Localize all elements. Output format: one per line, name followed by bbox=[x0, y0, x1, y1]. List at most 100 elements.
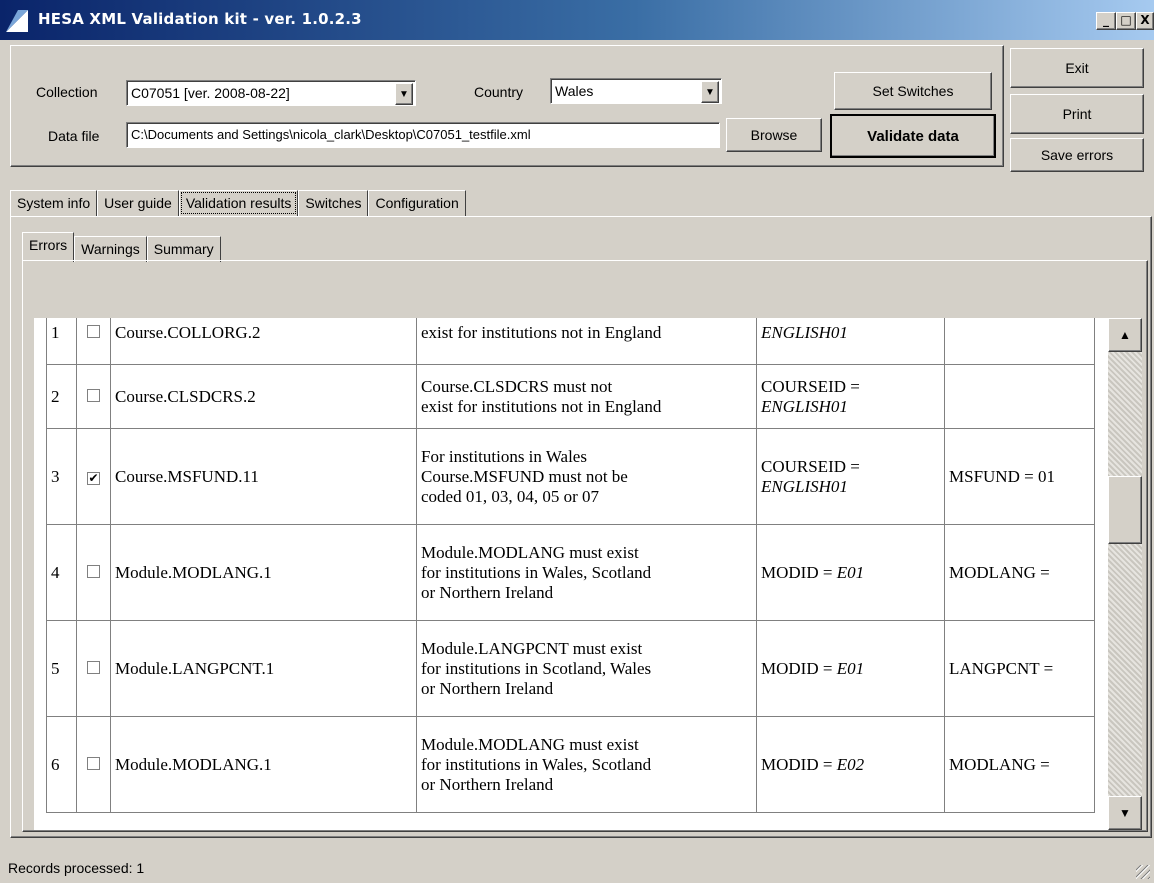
scroll-down-button[interactable]: ▼ bbox=[1108, 796, 1142, 830]
row-checkbox[interactable] bbox=[87, 660, 100, 674]
description-line: or Northern Ireland bbox=[421, 582, 554, 602]
table-row[interactable]: 4 Module.MODLANG.1 Module.MODLANG must exi… bbox=[46, 524, 1095, 621]
description-line: For institutions in Wales bbox=[421, 446, 587, 466]
key-value: E01 bbox=[836, 562, 865, 582]
scroll-up-button[interactable]: ▲ bbox=[1108, 318, 1142, 352]
save-errors-button[interactable]: Save errors bbox=[1010, 138, 1144, 172]
table-row[interactable]: 6 Module.MODLANG.1 Module.MODLANG must exi… bbox=[46, 716, 1095, 813]
collection-label: Collection bbox=[36, 84, 98, 100]
description-line: Module.LANGPCNT must exist bbox=[421, 638, 643, 658]
row-checkbox[interactable] bbox=[87, 564, 100, 578]
key-value: E01 bbox=[836, 658, 865, 678]
rule-id: Course.CLSDCRS.2 bbox=[110, 364, 417, 429]
status-bar: Records processed: 1 bbox=[0, 850, 1154, 883]
rule-id: Module.MODLANG.1 bbox=[110, 524, 417, 621]
key-field: COURSEID = ENGLISH01 bbox=[756, 364, 945, 429]
tab-validation-results[interactable]: Validation results bbox=[178, 190, 299, 216]
country-label: Country bbox=[474, 84, 524, 100]
chevron-down-icon[interactable]: ▼ bbox=[701, 81, 719, 103]
tab-configuration[interactable]: Configuration bbox=[368, 190, 466, 216]
print-button[interactable]: Print bbox=[1010, 94, 1144, 134]
chevron-down-icon[interactable]: ▼ bbox=[395, 83, 413, 105]
description-line: coded 01, 03, 04, 05 or 07 bbox=[421, 486, 600, 506]
field-value: LANGPCNT = bbox=[944, 620, 1095, 717]
rule-description: Module.MODLANG must exist for institution… bbox=[416, 716, 757, 813]
errors-grid[interactable]: 1 Course.COLLORG.2 exist for institutions … bbox=[34, 318, 1108, 830]
key-label: MODID = bbox=[761, 658, 837, 678]
field-value: MODLANG = bbox=[944, 524, 1095, 621]
key-label: COURSEID = bbox=[761, 376, 860, 396]
field-value: MODLANG = bbox=[944, 716, 1095, 813]
vertical-scrollbar[interactable]: ▲ ▼ bbox=[1108, 318, 1142, 830]
key-field: MODID = E01 bbox=[756, 620, 945, 717]
rule-id: Module.MODLANG.1 bbox=[110, 716, 417, 813]
field-value: MSFUND = 01 bbox=[944, 428, 1095, 525]
minimize-button[interactable]: _ bbox=[1096, 12, 1116, 30]
row-checkbox[interactable] bbox=[87, 324, 100, 338]
status-text: Records processed: 1 bbox=[8, 860, 145, 876]
close-button[interactable]: X bbox=[1136, 12, 1154, 30]
key-value: E02 bbox=[836, 754, 865, 774]
key-field: MODID = E02 bbox=[756, 716, 945, 813]
tab-summary[interactable]: Summary bbox=[146, 236, 221, 262]
datafile-input[interactable]: C:\Documents and Settings\nicola_clark\D… bbox=[126, 122, 720, 148]
description-line: Module.MODLANG must exist bbox=[421, 734, 639, 754]
app-logo-icon bbox=[6, 10, 28, 32]
window-title: HESA XML Validation kit - ver. 1.0.2.3 bbox=[38, 10, 362, 28]
key-value: ENGLISH01 bbox=[761, 476, 848, 496]
description-line: or Northern Ireland bbox=[421, 774, 554, 794]
tab-system-info[interactable]: System info bbox=[10, 190, 98, 216]
tab-switches[interactable]: Switches bbox=[298, 190, 369, 216]
sub-tabs: Errors Warnings Summary bbox=[22, 232, 221, 262]
row-number: 4 bbox=[46, 524, 77, 621]
resize-grip-icon[interactable] bbox=[1136, 865, 1150, 879]
title-bar[interactable]: HESA XML Validation kit - ver. 1.0.2.3 _… bbox=[0, 0, 1154, 40]
description-line: for institutions in Scotland, Wales bbox=[421, 658, 652, 678]
field-value bbox=[944, 364, 1095, 429]
rule-id: Module.LANGPCNT.1 bbox=[110, 620, 417, 717]
description-line: exist for institutions not in England bbox=[421, 396, 662, 416]
collection-select[interactable]: C07051 [ver. 2008-08-22] ▼ bbox=[126, 80, 416, 106]
row-checkbox[interactable]: ✔ bbox=[87, 471, 100, 485]
datafile-label: Data file bbox=[48, 128, 100, 144]
tab-user-guide[interactable]: User guide bbox=[97, 190, 179, 216]
validate-data-button[interactable]: Validate data bbox=[830, 114, 996, 158]
exit-button[interactable]: Exit bbox=[1010, 48, 1144, 88]
key-label: COURSEID = bbox=[761, 456, 860, 476]
row-number: 5 bbox=[46, 620, 77, 717]
scroll-thumb[interactable] bbox=[1108, 476, 1142, 544]
row-checkbox[interactable] bbox=[87, 756, 100, 770]
rule-description: Course.CLSDCRS must not exist for institu… bbox=[416, 364, 757, 429]
key-value: ENGLISH01 bbox=[761, 322, 848, 342]
row-checkbox[interactable] bbox=[87, 388, 100, 402]
tab-errors[interactable]: Errors bbox=[22, 232, 75, 262]
table-row[interactable]: 5 Module.LANGPCNT.1 Module.LANGPCNT must e… bbox=[46, 620, 1095, 717]
key-label: MODID = bbox=[761, 562, 837, 582]
country-select[interactable]: Wales ▼ bbox=[550, 78, 722, 104]
key-field: COURSEID = ENGLISH01 bbox=[756, 428, 945, 525]
description-line: exist for institutions not in England bbox=[421, 322, 662, 342]
rule-id: Course.MSFUND.11 bbox=[110, 428, 417, 525]
country-value: Wales bbox=[555, 83, 594, 99]
description-line: for institutions in Wales, Scotland bbox=[421, 562, 652, 582]
collection-value: C07051 [ver. 2008-08-22] bbox=[131, 85, 290, 101]
row-number: 2 bbox=[46, 364, 77, 429]
description-line: for institutions in Wales, Scotland bbox=[421, 754, 652, 774]
browse-button[interactable]: Browse bbox=[726, 118, 822, 152]
table-row[interactable]: 2 Course.CLSDCRS.2 Course.CLSDCRS must not… bbox=[46, 364, 1095, 429]
rule-description: For institutions in Wales Course.MSFUND m… bbox=[416, 428, 757, 525]
rule-description: Module.MODLANG must exist for institution… bbox=[416, 524, 757, 621]
table-row[interactable]: 3 ✔ Course.MSFUND.11 For institutions in Wa… bbox=[46, 428, 1095, 525]
field-value bbox=[944, 318, 1095, 365]
row-number: 6 bbox=[46, 716, 77, 813]
rule-id: Course.COLLORG.2 bbox=[110, 318, 417, 365]
maximize-button[interactable]: □ bbox=[1116, 12, 1136, 30]
description-line: Module.MODLANG must exist bbox=[421, 542, 639, 562]
description-line: or Northern Ireland bbox=[421, 678, 554, 698]
set-switches-button[interactable]: Set Switches bbox=[834, 72, 992, 110]
rule-description: Module.LANGPCNT must exist for institutio… bbox=[416, 620, 757, 717]
table-row[interactable]: 1 Course.COLLORG.2 exist for institutions … bbox=[46, 318, 1095, 365]
tab-warnings[interactable]: Warnings bbox=[74, 236, 147, 262]
key-field: MODID = E01 bbox=[756, 524, 945, 621]
main-tabs: System info User guide Validation result… bbox=[10, 190, 466, 216]
